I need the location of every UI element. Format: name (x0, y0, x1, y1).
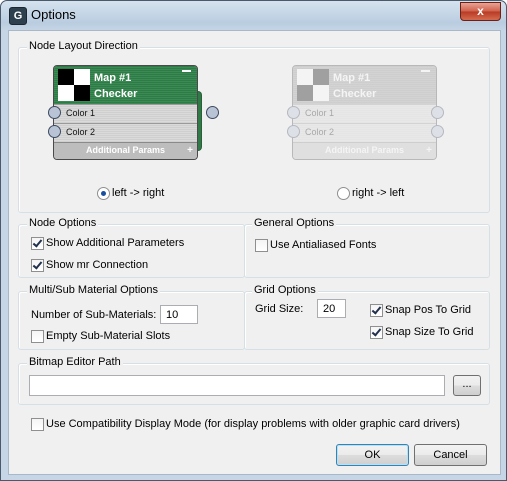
bitmap-path-title: Bitmap Editor Path (27, 356, 123, 368)
checker-thumbnail (58, 69, 90, 101)
app-icon: G (9, 7, 27, 25)
general-options-title: General Options (252, 217, 337, 229)
empty-slots-checkbox[interactable] (31, 330, 44, 343)
node-row-label: Color 1 (305, 108, 335, 118)
plus-icon: + (187, 145, 193, 156)
compat-mode-checkbox[interactable] (31, 418, 44, 431)
snap-pos-checkbox[interactable] (370, 304, 383, 317)
antialiased-label[interactable]: Use Antialiased Fonts (270, 239, 376, 251)
plus-icon: + (426, 145, 432, 156)
grid-size-label: Grid Size: (255, 303, 304, 315)
input-socket-icon (48, 125, 61, 138)
snap-pos-label[interactable]: Snap Pos To Grid (385, 304, 471, 316)
node-header: Map #1 Checker (293, 66, 436, 104)
left-to-right-radio[interactable] (97, 187, 110, 200)
node-footer-label: Additional Params (85, 145, 166, 155)
close-button[interactable]: x (460, 2, 501, 21)
node-footer-label: Additional Params (324, 145, 405, 155)
output-socket-icon (206, 106, 219, 119)
grid-options-group (244, 291, 490, 350)
minimize-icon (182, 70, 191, 72)
node-body: Map #1 Checker Color 1 Color 2 Additiona… (53, 65, 198, 160)
show-mr-checkbox[interactable] (31, 259, 44, 272)
input-socket-icon (48, 106, 61, 119)
cancel-button[interactable]: Cancel (414, 444, 487, 466)
snap-size-checkbox[interactable] (370, 326, 383, 339)
options-window: G Options x Node Layout Direction Map #1… (0, 0, 507, 481)
grid-options-title: Grid Options (252, 284, 318, 296)
show-additional-label[interactable]: Show Additional Parameters (46, 237, 184, 249)
compat-mode-label[interactable]: Use Compatibility Display Mode (for disp… (46, 418, 460, 430)
node-row-label: Color 2 (305, 127, 335, 137)
output-socket-icon (431, 106, 444, 119)
browse-button[interactable]: ... (453, 375, 481, 396)
antialiased-checkbox[interactable] (255, 239, 268, 252)
title-bar[interactable]: G Options x (1, 1, 506, 29)
ok-button[interactable]: OK (336, 444, 409, 466)
node-footer: Additional Params + (54, 142, 197, 159)
empty-slots-label[interactable]: Empty Sub-Material Slots (46, 330, 170, 342)
node-row-label: Color 1 (66, 108, 96, 118)
input-socket-icon (287, 125, 300, 138)
node-header: Map #1 Checker (54, 66, 197, 104)
node-title-line2: Checker (333, 88, 377, 100)
node-title-line2: Checker (94, 88, 138, 100)
checker-thumbnail (297, 69, 329, 101)
show-additional-checkbox[interactable] (31, 237, 44, 250)
dialog-client-area: Node Layout Direction Map #1 Checker Col… (8, 30, 501, 475)
left-to-right-label[interactable]: left -> right (112, 187, 164, 199)
node-title-line1: Map #1 (333, 72, 371, 84)
node-row-color1: Color 1 (54, 104, 197, 123)
show-mr-label[interactable]: Show mr Connection (46, 259, 148, 271)
node-row-color2: Color 2 (293, 123, 436, 142)
node-layout-title: Node Layout Direction (27, 40, 140, 52)
node-footer: Additional Params + (293, 142, 436, 159)
general-options-group (244, 224, 490, 278)
node-row-color2: Color 2 (54, 123, 197, 142)
window-title: Options (31, 7, 76, 22)
num-sub-materials-input[interactable]: 10 (160, 305, 198, 324)
num-sub-materials-label: Number of Sub-Materials: (31, 309, 157, 321)
right-to-left-label[interactable]: right -> left (352, 187, 404, 199)
right-to-left-radio[interactable] (337, 187, 350, 200)
node-row-color1: Color 1 (293, 104, 436, 123)
node-preview-right: Map #1 Checker Color 1 Color 2 Additiona… (287, 65, 444, 162)
input-socket-icon (287, 106, 300, 119)
bitmap-path-input[interactable] (29, 375, 445, 396)
output-socket-icon (431, 125, 444, 138)
node-row-label: Color 2 (66, 127, 96, 137)
node-title-line1: Map #1 (94, 72, 132, 84)
minimize-icon (421, 70, 430, 72)
node-options-title: Node Options (27, 217, 99, 229)
node-body: Map #1 Checker Color 1 Color 2 Additiona… (292, 65, 437, 160)
grid-size-input[interactable]: 20 (317, 299, 346, 318)
snap-size-label[interactable]: Snap Size To Grid (385, 326, 473, 338)
multi-sub-title: Multi/Sub Material Options (27, 284, 160, 296)
node-preview-left: Map #1 Checker Color 1 Color 2 Additiona… (48, 65, 219, 162)
close-icon: x (477, 4, 484, 18)
